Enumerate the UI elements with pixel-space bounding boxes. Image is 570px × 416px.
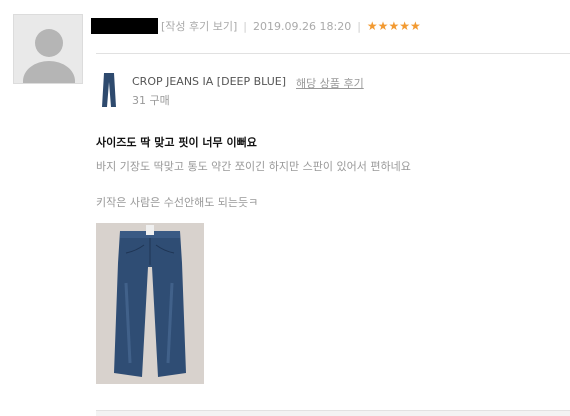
review-title: 사이즈도 딱 맞고 핏이 너무 이뻐요 — [96, 136, 257, 149]
header-divider — [96, 53, 570, 54]
review-body-line: 바지 기장도 딱맞고 통도 약간 쪼이긴 하지만 스판이 있어서 편하네요 — [96, 160, 411, 173]
review-meta: [작성 후기 보기] | 2019.09.26 18:20 | ★★★★★ — [91, 17, 421, 35]
meta-separator: | — [357, 19, 361, 33]
review-photo[interactable] — [96, 223, 204, 384]
product-thumbnail[interactable] — [96, 72, 122, 108]
meta-separator: | — [243, 19, 248, 33]
avatar-shoulders-shape — [23, 61, 75, 83]
review-body-line: 키작은 사람은 수선안해도 되는듯ㅋ — [96, 196, 259, 209]
rating-stars: ★★★★★ — [366, 19, 421, 33]
next-review-strip — [96, 410, 570, 416]
product-name[interactable]: CROP JEANS IA [DEEP BLUE] — [132, 75, 286, 88]
avatar-head-shape — [35, 29, 63, 57]
user-avatar — [13, 14, 83, 84]
purchase-count: 31 구매 — [132, 94, 170, 107]
review-date: 2019.09.26 18:20 — [253, 19, 352, 33]
product-reviews-link[interactable]: 해당 상품 후기 — [296, 75, 364, 91]
view-reviews-link[interactable]: [작성 후기 보기] — [161, 18, 237, 34]
redacted-nickname — [91, 18, 158, 34]
